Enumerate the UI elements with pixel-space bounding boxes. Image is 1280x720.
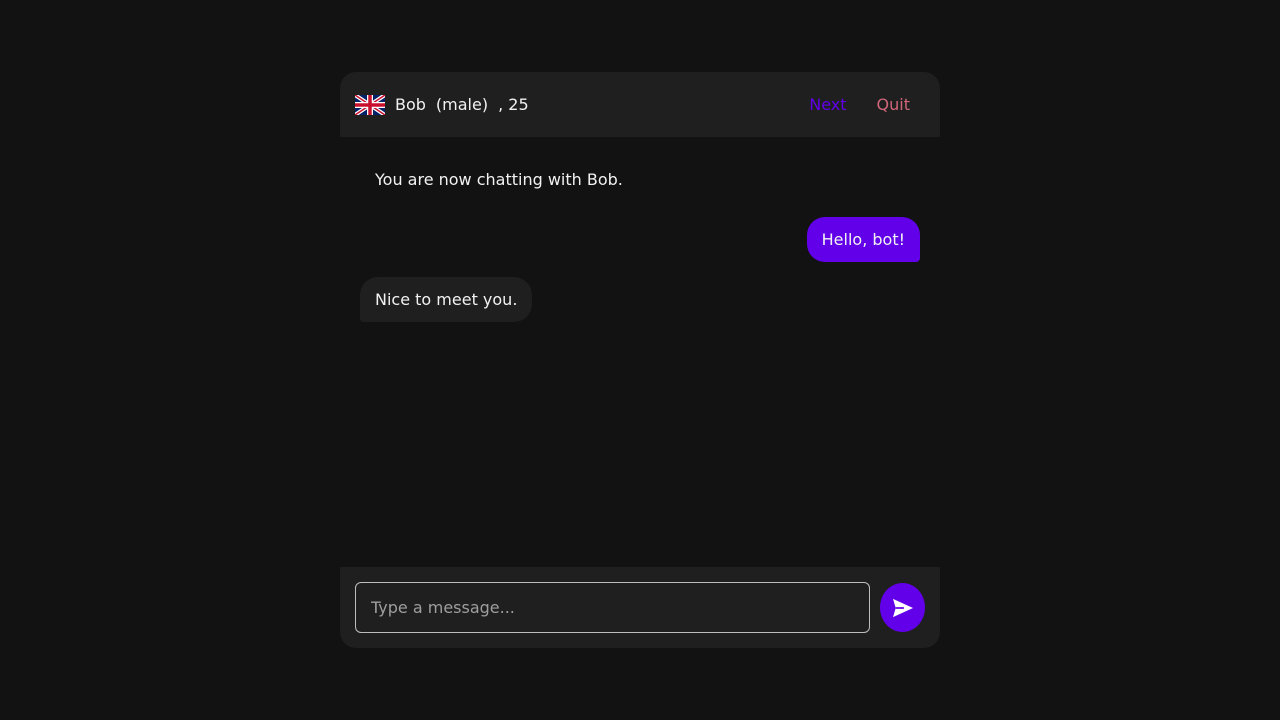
message-list: You are now chatting with Bob. Hello, bo… <box>340 137 940 567</box>
partner-name: Bob <box>395 95 426 114</box>
system-message: You are now chatting with Bob. <box>375 170 623 189</box>
header-actions: Next Quit <box>794 89 925 120</box>
partner-age: , 25 <box>498 95 529 114</box>
outgoing-message: Hello, bot! <box>806 217 920 262</box>
message-composer <box>340 567 940 648</box>
chat-window: Bob (male) , 25 Next Quit You are now ch… <box>340 72 940 648</box>
incoming-message: Nice to meet you. <box>360 277 533 322</box>
quit-button[interactable]: Quit <box>862 89 925 120</box>
next-button[interactable]: Next <box>794 89 861 120</box>
send-button[interactable] <box>880 583 925 632</box>
uk-flag-icon <box>355 94 385 115</box>
partner-gender: (male) <box>435 95 489 114</box>
send-icon <box>892 598 913 617</box>
partner-info: Bob (male) , 25 <box>395 95 529 114</box>
chat-header: Bob (male) , 25 Next Quit <box>340 72 940 137</box>
message-input[interactable] <box>355 582 870 633</box>
